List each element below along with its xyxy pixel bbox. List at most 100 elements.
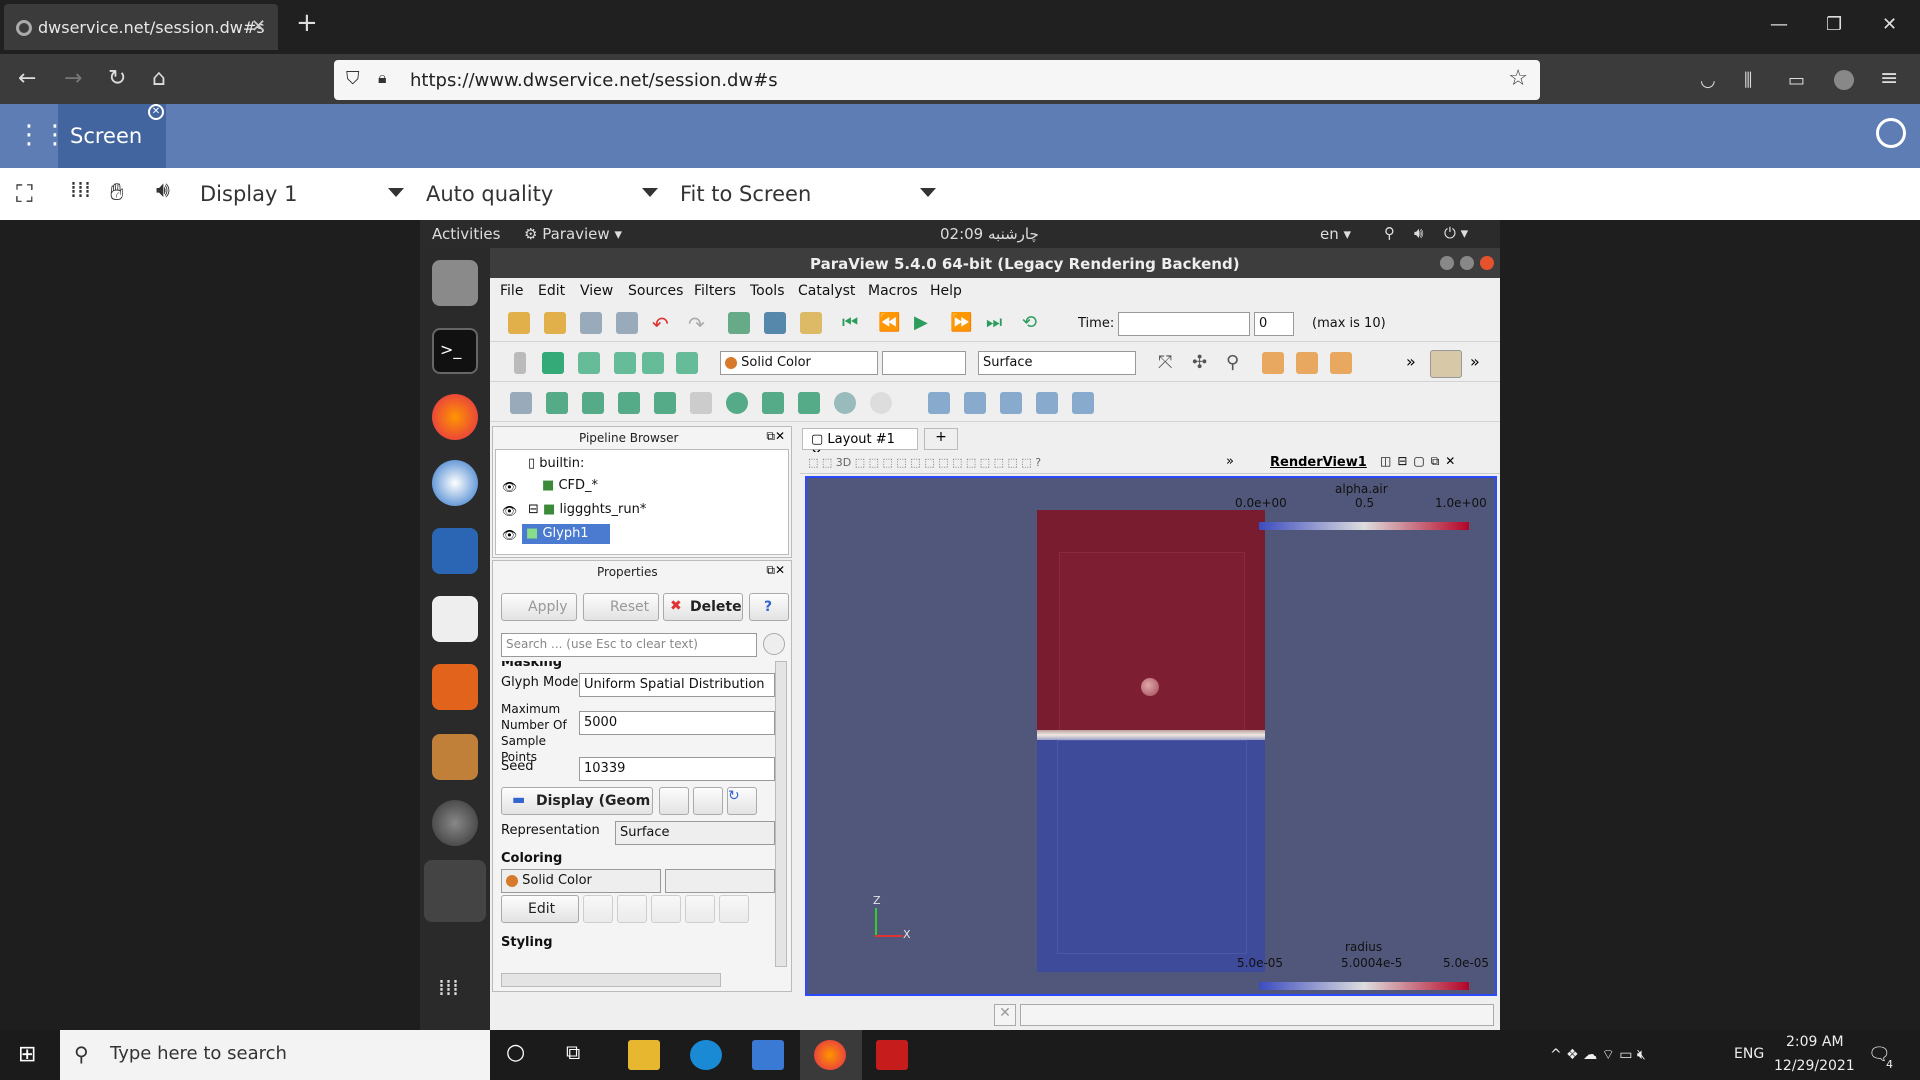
threshold-icon[interactable]: [654, 392, 676, 414]
refresh-icon[interactable]: ↻: [727, 787, 757, 815]
time-index-spin[interactable]: 0: [1254, 312, 1294, 336]
forward-icon[interactable]: →: [64, 66, 82, 91]
shield-icon[interactable]: ⛉: [346, 68, 360, 89]
logout-icon[interactable]: [1876, 118, 1906, 148]
view-plus-y-icon[interactable]: [1330, 352, 1352, 374]
menu-edit[interactable]: Edit: [538, 283, 565, 299]
close-circle-icon[interactable]: ✕: [148, 104, 164, 120]
play-icon[interactable]: ▶: [914, 312, 936, 334]
rescale-visible-button[interactable]: [685, 895, 715, 923]
properties-search[interactable]: Search ... (use Esc to clear text): [501, 633, 757, 657]
settings-icon[interactable]: [432, 800, 478, 846]
sidebar-icon[interactable]: ▭: [1788, 70, 1805, 91]
prev-frame-icon[interactable]: ⏪: [878, 312, 900, 334]
bookmark-star-icon[interactable]: ☆: [1508, 66, 1528, 91]
tree-item-glyph1[interactable]: ■ Glyph1: [522, 524, 610, 544]
activities-button[interactable]: Activities: [432, 225, 500, 243]
help-button[interactable]: ?: [749, 593, 789, 621]
panel-float-close-icon[interactable]: ⧉✕: [766, 429, 785, 444]
browser-tab[interactable]: dwservice.net/session.dw#s ✕: [4, 4, 278, 50]
folder-icon[interactable]: [432, 734, 478, 780]
app-menu[interactable]: ⚙ Paraview ▾: [524, 225, 622, 243]
keypad-icon[interactable]: ⁞⁞⁞: [70, 178, 91, 203]
horizontal-scrollbar[interactable]: [501, 973, 721, 987]
rescale-temporal-button[interactable]: [651, 895, 681, 923]
menu-icon[interactable]: ≡: [1880, 66, 1898, 91]
close-window-icon[interactable]: ✕: [1882, 14, 1897, 35]
redo-icon[interactable]: ↷: [688, 312, 710, 336]
seed-field[interactable]: 10339: [579, 757, 775, 781]
restore-icon[interactable]: ❐: [1826, 14, 1842, 35]
representation-select[interactable]: Surface: [978, 351, 1136, 375]
windows-start-icon[interactable]: ⊞: [18, 1042, 36, 1067]
palette-icon[interactable]: [800, 312, 822, 334]
library-icon[interactable]: ⫼: [1744, 70, 1752, 91]
menu-file[interactable]: File: [500, 283, 523, 299]
menu-help[interactable]: Help: [930, 283, 962, 299]
apply-button[interactable]: Apply: [501, 593, 577, 621]
terminal-icon[interactable]: >_: [432, 328, 478, 374]
display-section-button[interactable]: ▬ Display (Geom: [501, 787, 653, 815]
rescale-button[interactable]: [583, 895, 613, 923]
copy-icon[interactable]: [659, 787, 689, 815]
color-by-select[interactable]: Solid Color: [720, 351, 878, 375]
menu-sources[interactable]: Sources: [628, 283, 683, 299]
writer-icon[interactable]: [432, 528, 478, 574]
eye-icon[interactable]: 👁︎: [502, 528, 517, 542]
coloring-select[interactable]: Solid Color: [501, 869, 661, 893]
taskbar-search[interactable]: ⚲ Type here to search: [60, 1030, 490, 1080]
glyph-icon[interactable]: [726, 392, 748, 414]
render-view[interactable]: alpha.air 0.0e+00 0.5 1.0e+00 radius 5.0…: [805, 476, 1497, 996]
last-frame-icon[interactable]: ⏭: [986, 312, 1008, 334]
extract-subset-icon[interactable]: [690, 392, 712, 414]
max-button[interactable]: [1460, 256, 1474, 270]
save-state-icon[interactable]: [580, 312, 602, 334]
tree-item-builtin[interactable]: ▯ builtin:: [528, 456, 584, 471]
network-icon[interactable]: ⚲: [1384, 224, 1395, 242]
max-points-field[interactable]: 5000: [579, 711, 775, 735]
zoom-data-icon[interactable]: ✣: [1192, 352, 1214, 374]
menu-filters[interactable]: Filters: [694, 283, 736, 299]
add-layout-tab[interactable]: +: [924, 428, 958, 450]
min-button[interactable]: [1440, 256, 1454, 270]
disconnect-icon[interactable]: [764, 312, 786, 334]
clock[interactable]: 02:09 چارشنبه: [940, 225, 1039, 243]
menu-catalyst[interactable]: Catalyst: [798, 283, 855, 299]
extract-level-icon[interactable]: [870, 392, 892, 414]
rescale-icon[interactable]: [578, 352, 600, 374]
tray-date[interactable]: 12/29/2021: [1774, 1058, 1855, 1074]
rescale-custom-button[interactable]: [617, 895, 647, 923]
software-center-icon[interactable]: [432, 664, 478, 710]
minimize-icon[interactable]: —: [1770, 14, 1788, 35]
rescale-custom-icon[interactable]: [614, 352, 636, 374]
reset-button[interactable]: Reset: [583, 593, 659, 621]
menu-view[interactable]: View: [580, 283, 613, 299]
back-icon[interactable]: ←: [18, 66, 36, 91]
reload-icon[interactable]: ↻: [108, 66, 126, 91]
view-toolbar-icons[interactable]: ⬚ ⬚ 3D ⬚ ⬚ ⬚ ⬚ ⬚ ⬚ ⬚ ⬚ ⬚ ⬚ ⬚ ⬚ ⬚ ?: [808, 456, 1041, 469]
connect-icon[interactable]: [728, 312, 750, 334]
overflow-icon-2[interactable]: »: [1470, 352, 1480, 371]
representation-field[interactable]: Surface: [615, 821, 775, 845]
clip-icon[interactable]: [582, 392, 604, 414]
firefox-taskbar-active[interactable]: [800, 1030, 862, 1080]
overflow-icon-3[interactable]: »: [1226, 454, 1234, 469]
coloring-component-select[interactable]: [665, 869, 775, 893]
next-frame-icon[interactable]: ⏩: [950, 312, 972, 334]
panel-float-close-icon[interactable]: ⧉✕: [766, 563, 785, 578]
tree-item-cfd[interactable]: ■ CFD_*: [542, 478, 598, 493]
plot-icon[interactable]: [1000, 392, 1022, 414]
home-icon[interactable]: ⌂: [152, 66, 166, 91]
document-viewer-icon[interactable]: [432, 596, 478, 642]
toggle-color-legend-icon[interactable]: [514, 352, 526, 374]
thunderbird-icon[interactable]: [432, 460, 478, 506]
fullscreen-icon[interactable]: ⛶: [16, 180, 33, 208]
tray-icons[interactable]: ^ ❖ ☁ ⌔ ▭ 🔇︎: [1550, 1046, 1646, 1064]
pocket-icon[interactable]: ◡: [1700, 70, 1716, 91]
reset-camera-icon[interactable]: ⤧: [1158, 352, 1180, 374]
contour-icon[interactable]: [546, 392, 568, 414]
store-icon[interactable]: [752, 1040, 784, 1070]
recent-icon[interactable]: [544, 312, 566, 334]
display-select[interactable]: Display 1: [194, 176, 414, 212]
show-apps-icon[interactable]: ⁞⁞⁞: [438, 976, 459, 1001]
